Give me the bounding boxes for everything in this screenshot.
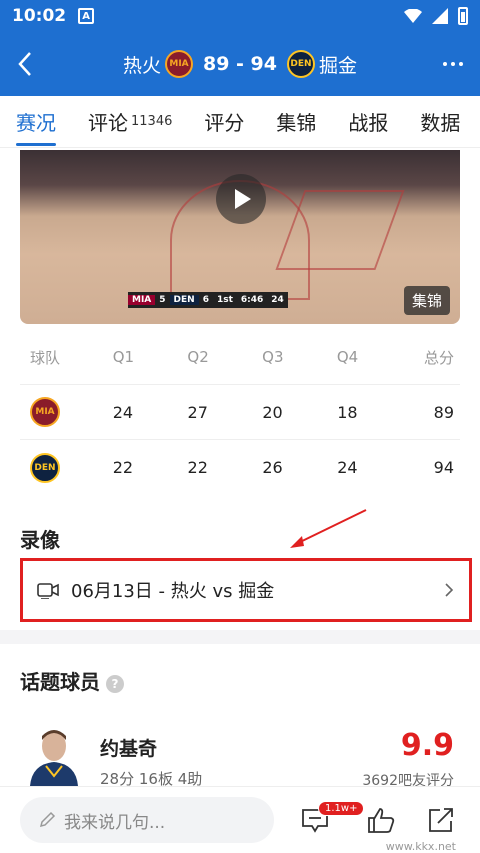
- game-score: 89 - 94: [203, 53, 277, 75]
- header-q3: Q3: [262, 348, 284, 366]
- comment-count-badge: 1.1w+: [318, 801, 365, 816]
- scorebug-clock: 6:46: [240, 295, 264, 305]
- heat-logo-icon: MIA: [165, 50, 193, 78]
- q2-score: 22: [187, 458, 208, 477]
- chevron-right-icon: [445, 583, 454, 597]
- more-menu-button[interactable]: [436, 50, 470, 78]
- team-cell: MIA: [20, 397, 85, 427]
- q3-score: 20: [262, 402, 283, 422]
- game-score-title: 热火 MIA 89 - 94 DEN 掘金: [0, 32, 480, 96]
- scorebug-shot-clock: 24: [271, 295, 284, 305]
- q3-score: 26: [262, 458, 283, 477]
- tab-label: 评论: [88, 111, 128, 135]
- section-divider: [0, 630, 480, 644]
- tab-comments[interactable]: 评论 11346: [72, 96, 173, 147]
- tab-report[interactable]: 战报: [332, 96, 389, 147]
- scorebug-home: MIA: [128, 295, 156, 305]
- score-table: 球队 Q1 Q2 Q3 Q4 总分 MIA 24 27 20 18 89 DEN…: [20, 330, 460, 495]
- wifi-icon: [404, 9, 422, 23]
- topic-players-title: 话题球员?: [20, 666, 124, 695]
- status-bar: 10:02 A: [0, 0, 480, 32]
- home-team-name: 热火: [122, 54, 161, 77]
- header-q4: Q4: [336, 348, 359, 366]
- scorebug-away: DEN: [169, 295, 199, 305]
- q4-score: 18: [337, 402, 358, 422]
- share-icon[interactable]: [426, 805, 456, 835]
- watermark: www.kkx.net: [385, 840, 456, 853]
- q2-score: 27: [187, 402, 208, 422]
- q1-score: 22: [112, 458, 134, 477]
- table-row: MIA 24 27 20 18 89: [20, 385, 460, 440]
- header-team: 球队: [30, 348, 61, 367]
- player-rating: 9.9: [400, 728, 454, 763]
- signal-icon: [432, 8, 448, 24]
- q1-score: 24: [112, 402, 134, 422]
- total-score: 89: [433, 402, 454, 422]
- play-button[interactable]: [216, 174, 266, 224]
- topic-players-label: 话题球员: [20, 670, 100, 694]
- table-row: DEN 22 22 26 24 94: [20, 440, 460, 495]
- score-table-header: 球队 Q1 Q2 Q3 Q4 总分: [20, 330, 460, 385]
- status-time: 10:02: [12, 6, 67, 26]
- tab-label: 评分: [204, 111, 245, 135]
- back-arrow-icon: [18, 52, 31, 76]
- scorebug-home-score: 5: [159, 295, 166, 305]
- header-total: 总分: [424, 348, 455, 367]
- nuggets-logo-icon: DEN: [30, 452, 60, 483]
- nuggets-logo-icon: DEN: [287, 50, 315, 78]
- recording-item-label: 06月13日 - 热火 vs 掘金: [71, 581, 275, 602]
- header: 热火 MIA 89 - 94 DEN 掘金: [0, 32, 480, 96]
- highlights-badge[interactable]: 集锦: [403, 286, 450, 315]
- annotation-arrow-icon: [290, 509, 367, 548]
- pen-icon: [39, 811, 56, 828]
- scorebug-away-score: 6: [202, 295, 209, 305]
- back-button[interactable]: [0, 32, 50, 96]
- status-icons: [404, 7, 468, 25]
- header-q1: Q1: [112, 348, 135, 366]
- thumbs-up-icon[interactable]: [366, 805, 396, 835]
- tab-label: 集锦: [276, 111, 317, 135]
- recording-section-title: 录像: [20, 528, 60, 552]
- q4-score: 24: [337, 458, 358, 477]
- player-photo-icon: [22, 722, 86, 786]
- play-icon: [235, 189, 251, 209]
- heat-logo-icon: MIA: [30, 397, 60, 427]
- header-q2: Q2: [187, 348, 209, 366]
- tab-bar: 赛况 评论 11346 评分 集锦 战报 数据: [0, 96, 480, 148]
- tab-label: 战报: [348, 111, 389, 135]
- player-name: 约基奇: [100, 738, 158, 760]
- comment-placeholder: 我来说几句...: [64, 812, 166, 833]
- tab-game-status[interactable]: 赛况: [0, 96, 56, 147]
- team-cell: DEN: [20, 452, 85, 483]
- comment-input[interactable]: 我来说几句...: [20, 797, 274, 843]
- tab-highlights[interactable]: 集锦: [260, 96, 317, 147]
- player-avatar: [22, 722, 86, 786]
- notification-icon: A: [78, 8, 95, 24]
- player-item[interactable]: 约基奇 28分 16板 4助 9.9 3692吧友评分: [20, 722, 460, 789]
- video-camera-icon: [37, 583, 59, 599]
- help-icon[interactable]: ?: [106, 674, 124, 693]
- recording-item[interactable]: 06月13日 - 热火 vs 掘金: [20, 558, 472, 622]
- tab-label: 赛况: [16, 111, 56, 135]
- battery-icon: [458, 7, 468, 25]
- total-score: 94: [433, 458, 454, 477]
- away-team-name: 掘金: [319, 54, 358, 77]
- tab-label: 数据: [420, 111, 461, 135]
- video-scorebug: MIA 5 DEN 6 1st 6:46 24: [128, 292, 288, 308]
- tab-ratings[interactable]: 评分: [188, 96, 245, 147]
- tab-stats[interactable]: 数据: [404, 96, 461, 147]
- comment-count: 11346: [131, 114, 173, 129]
- highlight-video[interactable]: MIA 5 DEN 6 1st 6:46 24 集锦: [20, 150, 460, 324]
- scorebug-quarter: 1st: [216, 295, 233, 305]
